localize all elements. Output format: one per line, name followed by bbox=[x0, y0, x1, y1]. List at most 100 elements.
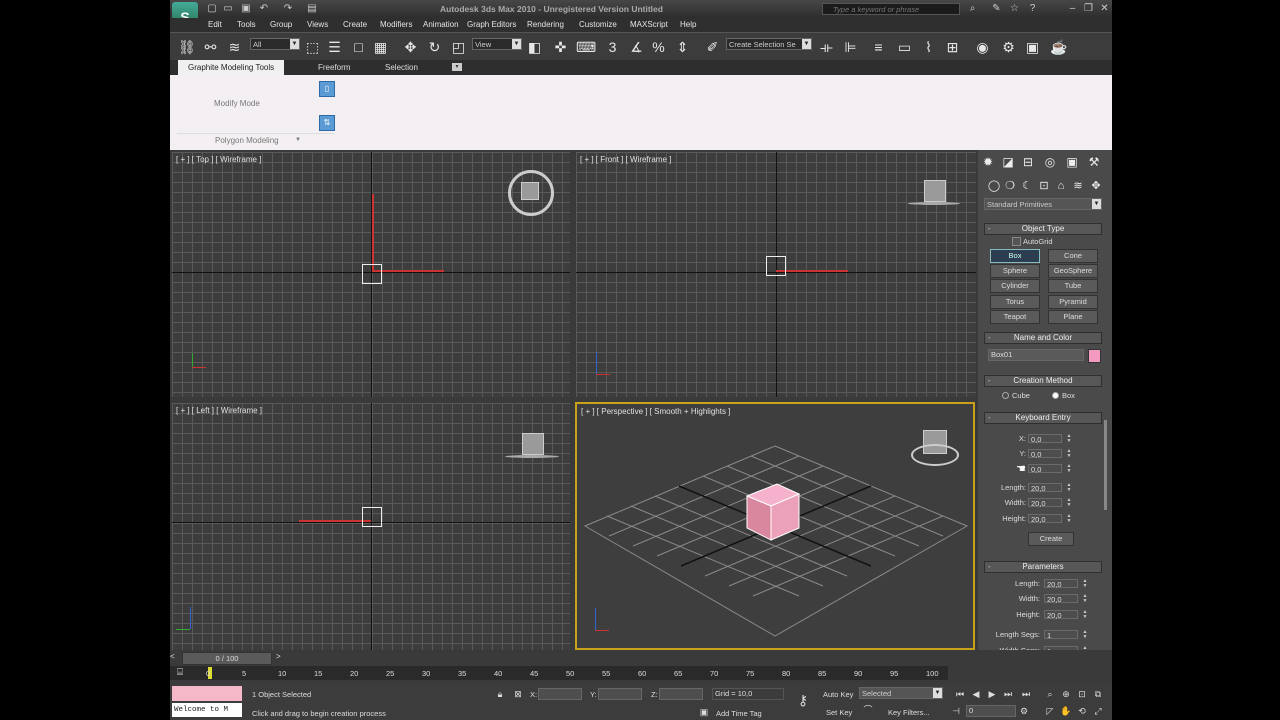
menu-graph-editors[interactable]: Graph Editors bbox=[467, 20, 516, 29]
percent-snap-icon[interactable]: % bbox=[650, 39, 667, 56]
viewport-front-label[interactable]: [ + ] [ Front ] [ Wireframe ] bbox=[580, 155, 671, 164]
menu-create[interactable]: Create bbox=[343, 20, 367, 29]
ribbon-options-icon[interactable]: ▾ bbox=[452, 63, 462, 71]
mini-curve-editor-icon[interactable]: ⌸ bbox=[177, 667, 189, 679]
display-tab-icon[interactable]: ▣ bbox=[1064, 154, 1080, 170]
spinner-arrows-icon[interactable]: ▲▼ bbox=[1082, 579, 1088, 589]
go-to-start-icon[interactable]: ⏮ bbox=[954, 688, 966, 700]
go-to-end-icon[interactable]: ⏭ bbox=[1020, 688, 1032, 700]
modify-tab-icon[interactable]: ◪ bbox=[1000, 154, 1016, 170]
motion-tab-icon[interactable]: ◎ bbox=[1042, 154, 1058, 170]
autogrid-checkbox[interactable] bbox=[1012, 237, 1021, 246]
menu-edit[interactable]: Edit bbox=[208, 20, 222, 29]
schematic-view-icon[interactable]: ⊞ bbox=[944, 39, 961, 56]
selection-filter-dropdown[interactable]: All ▼ bbox=[250, 38, 300, 50]
object-color-swatch[interactable] bbox=[1088, 349, 1101, 363]
tab-selection[interactable]: Selection bbox=[375, 60, 428, 75]
cameras-icon[interactable]: ⊡ bbox=[1036, 178, 1052, 194]
spinner-arrows-icon[interactable]: ▲▼ bbox=[1066, 434, 1072, 444]
spinner-arrows-icon[interactable]: ▲▼ bbox=[1066, 449, 1072, 459]
tab-graphite-modeling-tools[interactable]: Graphite Modeling Tools bbox=[178, 60, 285, 75]
viewcube-ring[interactable] bbox=[911, 444, 959, 466]
ke-height-input[interactable]: 20,0 bbox=[1028, 514, 1062, 524]
viewport-front[interactable]: [ + ] [ Front ] [ Wireframe ] bbox=[576, 152, 976, 397]
polygon-modeling-label[interactable]: Polygon Modeling bbox=[215, 136, 279, 145]
maximize-viewport-icon[interactable]: ⤢ bbox=[1092, 705, 1104, 717]
cube-radio[interactable] bbox=[1002, 392, 1009, 399]
sphere-button[interactable]: Sphere bbox=[990, 264, 1040, 278]
create-tab-icon[interactable]: ✹ bbox=[980, 154, 996, 170]
spinner-snap-icon[interactable]: ⇕ bbox=[674, 39, 691, 56]
key-mode-dropdown[interactable]: Selected ▼ bbox=[859, 687, 943, 699]
spinner-arrows-icon[interactable]: ▲▼ bbox=[1082, 630, 1088, 640]
redo-icon[interactable]: ↷ bbox=[282, 3, 294, 14]
viewport-left-label[interactable]: [ + ] [ Left ] [ Wireframe ] bbox=[176, 406, 262, 415]
undo-icon[interactable]: ↶ bbox=[258, 3, 270, 14]
param-length-input[interactable]: 20,0 bbox=[1044, 579, 1078, 589]
viewport-left[interactable]: [ + ] [ Left ] [ Wireframe ] bbox=[172, 403, 570, 650]
edit-named-selection-icon[interactable]: ✐ bbox=[704, 39, 721, 56]
scroll-left-icon[interactable]: < bbox=[170, 652, 175, 661]
time-slider[interactable]: 0 / 100 bbox=[182, 652, 272, 665]
object-name-input[interactable]: Box01 bbox=[988, 349, 1084, 361]
favorites-icon[interactable]: ☆ bbox=[1008, 3, 1021, 15]
named-selection-sets-dropdown[interactable]: Create Selection Se ▼ bbox=[726, 38, 812, 50]
torus-button[interactable]: Torus bbox=[990, 295, 1040, 309]
rollout-keyboard-entry[interactable]: - Keyboard Entry bbox=[984, 412, 1102, 424]
rollout-object-type[interactable]: - Object Type bbox=[984, 223, 1102, 235]
viewcube-icon[interactable] bbox=[522, 433, 544, 455]
box-button[interactable]: Box bbox=[990, 249, 1040, 263]
save-icon[interactable]: ▣ bbox=[240, 3, 252, 14]
key-filters-button[interactable]: Key Filters... bbox=[888, 708, 930, 717]
search-input[interactable]: Type a keyword or phrase bbox=[822, 3, 960, 15]
viewcube-ring[interactable] bbox=[908, 202, 960, 205]
track-bar[interactable]: ⌸ 0 5 10 15 20 25 30 35 40 45 50 55 60 6… bbox=[170, 666, 948, 680]
panel-expand-icon[interactable]: ▼ bbox=[295, 137, 301, 143]
category-dropdown[interactable]: Standard Primitives ▼ bbox=[984, 198, 1102, 210]
viewcube-ring[interactable] bbox=[505, 455, 559, 458]
ke-width-input[interactable]: 20,0 bbox=[1028, 498, 1062, 508]
helpers-icon[interactable]: ⌂ bbox=[1053, 178, 1069, 194]
param-height-input[interactable]: 20,0 bbox=[1044, 610, 1078, 620]
bind-space-warp-icon[interactable]: ≋ bbox=[226, 39, 243, 56]
cylinder-button[interactable]: Cylinder bbox=[990, 279, 1040, 293]
teapot-button[interactable]: Teapot bbox=[990, 310, 1040, 324]
restore-icon[interactable]: ❐ bbox=[1082, 3, 1095, 15]
unlink-icon[interactable]: ⚯ bbox=[202, 39, 219, 56]
ke-y-input[interactable]: 0,0 bbox=[1028, 449, 1062, 459]
absolute-mode-icon[interactable]: ⊠ bbox=[512, 688, 524, 700]
rollout-creation-method[interactable]: - Creation Method bbox=[984, 375, 1102, 387]
project-folder-icon[interactable]: ▤ bbox=[306, 3, 318, 14]
select-and-rotate-icon[interactable]: ↻ bbox=[426, 39, 443, 56]
rollout-name-and-color[interactable]: - Name and Color bbox=[984, 332, 1102, 344]
y-coordinate-field[interactable] bbox=[598, 688, 642, 700]
spinner-arrows-icon[interactable]: ▲▼ bbox=[1066, 498, 1072, 508]
rectangular-selection-icon[interactable]: □ bbox=[350, 39, 367, 56]
mirror-icon[interactable]: ⟛ bbox=[818, 39, 835, 56]
box-object[interactable] bbox=[766, 256, 786, 276]
menu-tools[interactable]: Tools bbox=[237, 20, 256, 29]
menu-group[interactable]: Group bbox=[270, 20, 292, 29]
scroll-right-icon[interactable]: > bbox=[276, 652, 281, 661]
viewcube-face[interactable] bbox=[521, 182, 539, 200]
spinner-arrows-icon[interactable]: ▲▼ bbox=[1066, 483, 1072, 493]
tab-freeform[interactable]: Freeform bbox=[308, 60, 360, 75]
ke-z-input[interactable]: 0,0 bbox=[1028, 464, 1062, 474]
set-key-icon[interactable]: ⚷ bbox=[794, 693, 812, 707]
reference-coordinate-dropdown[interactable]: View ▼ bbox=[472, 38, 522, 50]
cone-button[interactable]: Cone bbox=[1048, 249, 1098, 263]
select-object-icon[interactable]: ⬚ bbox=[304, 39, 321, 56]
zoom-icon[interactable]: ⌕ bbox=[1044, 688, 1056, 700]
param-length-segs-input[interactable]: 1 bbox=[1044, 630, 1078, 640]
render-production-icon[interactable]: ☕ bbox=[1050, 39, 1067, 56]
viewport-perspective[interactable]: [ + ] [ Perspective ] [ Smooth + Highlig… bbox=[575, 402, 975, 650]
key-mode-toggle-icon[interactable]: ⊣ bbox=[950, 705, 962, 717]
time-configuration-icon[interactable]: ⚙ bbox=[1018, 705, 1030, 717]
open-file-icon[interactable]: ▭ bbox=[222, 3, 234, 14]
keyboard-shortcut-toggle-icon[interactable]: ⌨ bbox=[576, 39, 596, 56]
tube-button[interactable]: Tube bbox=[1048, 279, 1098, 293]
shapes-icon[interactable]: ❍ bbox=[1002, 178, 1018, 194]
render-setup-icon[interactable]: ⚙ bbox=[1000, 39, 1017, 56]
box-object[interactable] bbox=[362, 264, 382, 284]
viewport-top[interactable]: [ + ] [ Top ] [ Wireframe ] bbox=[172, 152, 570, 397]
